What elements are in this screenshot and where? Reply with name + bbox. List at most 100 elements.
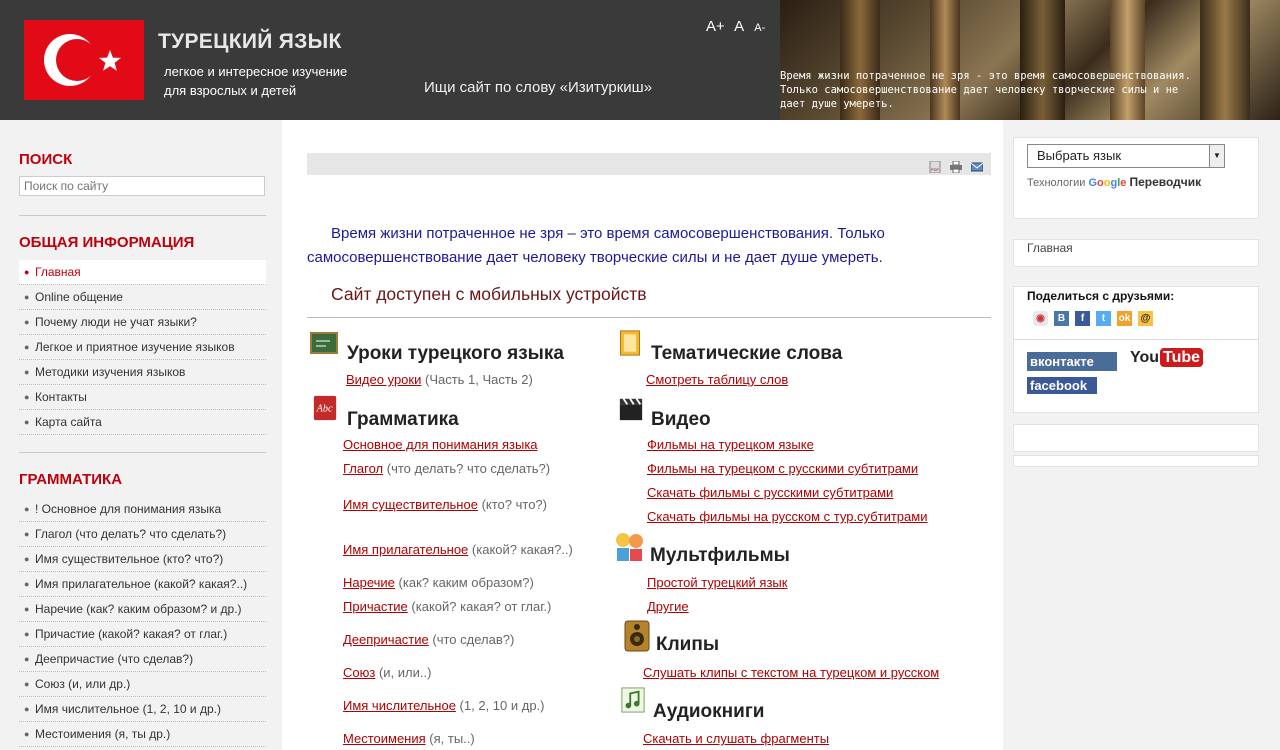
- sidebar-item-home[interactable]: ● Главная: [19, 260, 266, 285]
- facebook-badge[interactable]: facebook: [1027, 377, 1097, 394]
- quote-line-1: Время жизни потраченное не зря - это вре…: [780, 70, 1191, 82]
- sidebar-item-conjunction[interactable]: ● Союз (и, или др.): [19, 672, 266, 697]
- audiobooks-link[interactable]: Скачать и слушать фрагменты: [643, 731, 829, 746]
- video-link-row: Скачать фильмы с русскими субтитрами: [647, 485, 893, 500]
- turkish-flag-logo[interactable]: [24, 20, 144, 100]
- sidebar-item-pronoun[interactable]: ● Местоимения (я, ты др.): [19, 722, 266, 747]
- sidebar-item-noun[interactable]: ● Имя существительное (кто? что?): [19, 547, 266, 572]
- sidebar-item-online-chat[interactable]: ● Online общение: [19, 285, 266, 310]
- sidebar-item-easy-learning[interactable]: ● Легкое и приятное изучение языков: [19, 335, 266, 360]
- sidebar-item-basics[interactable]: ● ! Основное для понимания языка: [19, 497, 266, 522]
- powered-prefix: Технологии: [1027, 177, 1086, 189]
- grammar-participle-link[interactable]: Причастие: [343, 599, 408, 614]
- grammar-link-row: Местоимения (я, ты..): [343, 731, 475, 746]
- cartoons-link-row: Простой турецкий язык: [647, 575, 787, 590]
- mailru-icon[interactable]: @: [1138, 311, 1153, 326]
- site-title[interactable]: ТУРЕЦКИЙ ЯЗЫК: [158, 30, 342, 54]
- sidebar-item-verb[interactable]: ● Глагол (что делать? что сделать?): [19, 522, 266, 547]
- dropdown-arrow-icon[interactable]: ▼: [1209, 145, 1224, 167]
- bullet-icon: ●: [24, 342, 30, 352]
- bullet-icon: ●: [24, 504, 30, 514]
- music-note-icon: [621, 687, 645, 713]
- bullet-icon: ●: [24, 604, 30, 614]
- sidebar-item-label: Местоимения (я, ты др.): [35, 727, 171, 741]
- youtube-you: You: [1130, 349, 1160, 366]
- link-note: (что делать? что сделать?): [386, 461, 551, 476]
- sidebar-item-methods[interactable]: ● Методики изучения языков: [19, 360, 266, 385]
- facebook-icon[interactable]: f: [1075, 311, 1090, 326]
- sidebar-divider: [19, 215, 266, 216]
- grammar-link-row: Имя прилагательное (какой? какая?..): [343, 542, 573, 557]
- sidebar-item-label: Деепричастие (что сделав?): [35, 652, 194, 666]
- header-quote-overlay: Время жизни потраченное не зря - это вре…: [780, 69, 1260, 111]
- grammar-conjunction-link[interactable]: Союз: [343, 665, 375, 680]
- vk-icon[interactable]: В: [1054, 311, 1069, 326]
- bullet-icon: ●: [24, 579, 30, 589]
- download-films-rus-subs-link[interactable]: Скачать фильмы с русскими субтитрами: [647, 485, 893, 500]
- sidebar-item-sitemap[interactable]: ● Карта сайта: [19, 410, 266, 435]
- sidebar-divider: [19, 452, 266, 453]
- sidebar-item-adverb[interactable]: ● Наречие (как? каким образом? и др.): [19, 597, 266, 622]
- turkish-films-link[interactable]: Фильмы на турецком языке: [647, 437, 814, 452]
- language-select[interactable]: Выбрать язык ▼: [1027, 144, 1225, 168]
- sidebar-item-contacts[interactable]: ● Контакты: [19, 385, 266, 410]
- home-link[interactable]: Главная: [1027, 241, 1073, 255]
- sidebar-item-label: Почему люди не учат языки?: [35, 315, 197, 329]
- vk-badge-label: вконтакте: [1030, 354, 1094, 369]
- print-icon[interactable]: [950, 161, 962, 173]
- subtitle-line-1: легкое и интересное изучение: [164, 64, 348, 79]
- grammar-pronoun-link[interactable]: Местоимения: [343, 731, 426, 746]
- font-reset-button[interactable]: A: [734, 18, 744, 35]
- sidebar-item-numeral[interactable]: ● Имя числительное (1, 2, 10 и др.): [19, 697, 266, 722]
- pdf-icon[interactable]: PDF: [929, 161, 941, 173]
- audiobooks-link-row: Скачать и слушать фрагменты: [643, 731, 829, 746]
- pinterest-icon[interactable]: ◉: [1033, 311, 1048, 326]
- intro-quote: Время жизни потраченное не зря – это вре…: [307, 225, 885, 266]
- bullet-icon: ●: [24, 317, 30, 327]
- sidebar-item-label: Причастие (какой? какая? от глаг.): [35, 627, 228, 641]
- sidebar-item-gerund[interactable]: ● Деепричастие (что сделав?): [19, 647, 266, 672]
- word-table-link[interactable]: Смотреть таблицу слов: [646, 372, 788, 387]
- link-note: (1, 2, 10 и др.): [459, 698, 545, 713]
- grammar-noun-link[interactable]: Имя существительное: [343, 497, 478, 512]
- other-cartoons-link[interactable]: Другие: [647, 599, 689, 614]
- chalkboard-icon: [310, 332, 338, 354]
- grammar-adjective-link[interactable]: Имя прилагательное: [343, 542, 468, 557]
- sidebar-item-participle[interactable]: ● Причастие (какой? какая? от глаг.): [19, 622, 266, 647]
- odnoklassniki-icon[interactable]: ok: [1117, 311, 1132, 326]
- grammar-link-row: Основное для понимания языка: [343, 437, 538, 452]
- twitter-icon[interactable]: t: [1096, 311, 1111, 326]
- sidebar-item-adjective[interactable]: ● Имя прилагательное (какой? какая?..): [19, 572, 266, 597]
- section-title-cartoons: Мультфильмы: [650, 545, 790, 566]
- turkish-films-rus-subs-link[interactable]: Фильмы на турецком с русскими субтитрами: [647, 461, 918, 476]
- vkontakte-badge[interactable]: вконтакте: [1027, 352, 1117, 371]
- google-logo[interactable]: Google: [1088, 177, 1126, 189]
- download-films-tur-subs-link[interactable]: Скачать фильмы на русском с тур.субтитра…: [647, 509, 927, 524]
- clips-with-text-link[interactable]: Слушать клипы с текстом на турецком и ру…: [643, 665, 939, 680]
- video-link-row: Скачать фильмы на русском с тур.субтитра…: [647, 509, 927, 524]
- link-note: (и, или..): [378, 665, 432, 680]
- grammar-link-row: Деепричастие (что сделав?): [343, 632, 514, 647]
- video-lessons-link[interactable]: Видео уроки: [346, 372, 421, 387]
- grammar-basics-link[interactable]: Основное для понимания языка: [343, 437, 538, 452]
- thematic-link-row: Смотреть таблицу слов: [646, 372, 788, 387]
- sidebar-item-why-not-learn[interactable]: ● Почему люди не учат языки?: [19, 310, 266, 335]
- email-icon[interactable]: [971, 161, 983, 173]
- word-table-icon: [620, 330, 640, 356]
- grammar-adverb-link[interactable]: Наречие: [343, 575, 395, 590]
- youtube-badge[interactable]: You Tube: [1130, 348, 1204, 367]
- sidebar-item-label: Имя прилагательное (какой? какая?..): [35, 577, 248, 591]
- font-decrease-button[interactable]: A-: [754, 22, 765, 34]
- speaker-icon: [624, 620, 650, 652]
- font-increase-button[interactable]: A+: [706, 18, 725, 35]
- simple-turkish-link[interactable]: Простой турецкий язык: [647, 575, 787, 590]
- bullet-icon: ●: [24, 654, 30, 664]
- section-title-clips: Клипы: [656, 634, 720, 655]
- grammar-gerund-link[interactable]: Деепричастие: [343, 632, 429, 647]
- empty-widget-box: [1013, 424, 1259, 452]
- site-search-input[interactable]: [19, 176, 265, 196]
- grammar-numeral-link[interactable]: Имя числительное: [343, 698, 456, 713]
- youtube-tube: Tube: [1160, 348, 1204, 367]
- section-title-lessons: Уроки турецкого языка: [347, 343, 564, 364]
- grammar-verb-link[interactable]: Глагол: [343, 461, 383, 476]
